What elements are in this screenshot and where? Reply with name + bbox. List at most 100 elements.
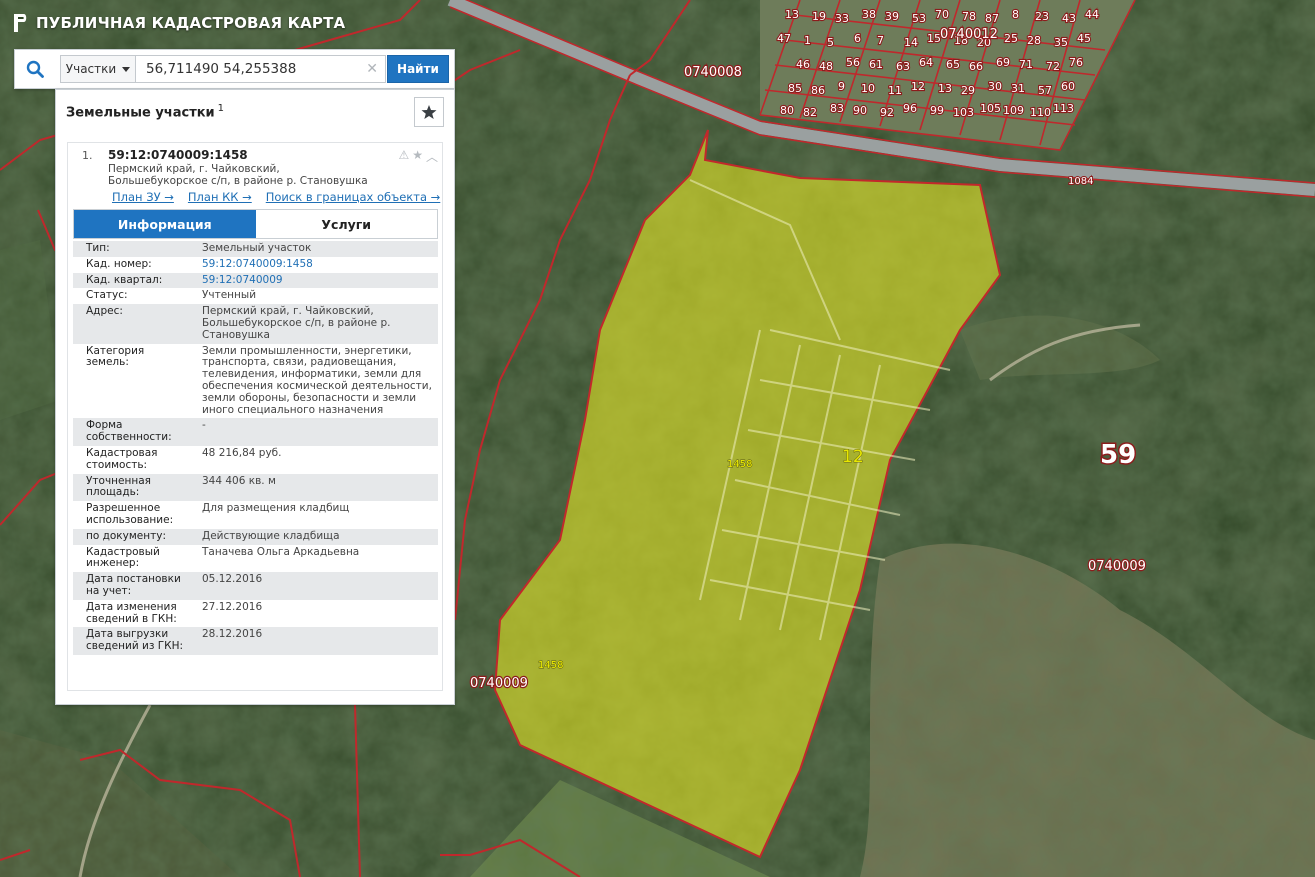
tab-info[interactable]: Информация <box>74 210 256 238</box>
search-in-bounds-link[interactable]: Поиск в границах объекта → <box>266 190 441 204</box>
result-header: 1. 59:12:0740009:1458 Пермский край, г. … <box>68 143 442 207</box>
house-number-label: 57 <box>1038 84 1052 97</box>
house-number-label: 69 <box>996 56 1010 69</box>
table-row: Дата постановки на учет: 05.12.2016 <box>73 572 438 600</box>
table-row: Категория земель: Земли промышленности, э… <box>73 343 438 419</box>
panel-title: Земельные участки 1 <box>66 103 224 120</box>
house-number-label: 25 <box>1004 32 1018 45</box>
house-number-label: 71 <box>1019 58 1033 71</box>
house-number-label: 96 <box>903 102 917 115</box>
search-input[interactable] <box>136 56 385 82</box>
plan-zu-link[interactable]: План ЗУ → <box>112 190 174 204</box>
house-number-label: 8 <box>1012 8 1019 21</box>
house-number-label: 38 <box>862 8 876 21</box>
house-number-label: 10 <box>861 82 875 95</box>
detail-key: Категория земель: <box>73 343 192 419</box>
detail-key: Дата выгрузки сведений из ГКН: <box>73 627 192 655</box>
house-number-label: 90 <box>853 104 867 117</box>
house-number-label: 99 <box>930 104 944 117</box>
panel-header: Земельные участки 1 <box>56 90 454 133</box>
table-row: Кад. квартал: 59:12:0740009 <box>73 272 438 289</box>
detail-key: Адрес: <box>73 304 192 344</box>
house-number-label: 28 <box>1027 34 1041 47</box>
detail-key: Кад. квартал: <box>73 272 192 289</box>
logo-icon <box>14 14 27 32</box>
house-number-label: 92 <box>880 106 894 119</box>
detail-value: Земельный участок <box>192 241 438 257</box>
house-number-label: 80 <box>780 104 794 117</box>
warning-icon[interactable]: ⚠ <box>398 148 409 165</box>
house-number-label: 31 <box>1011 82 1025 95</box>
app-header: ПУБЛИЧНАЯ КАДАСТРОВАЯ КАРТА <box>12 12 345 34</box>
table-row: Кадастровый инженер: Таначева Ольга Аркад… <box>73 544 438 573</box>
chevron-up-icon[interactable]: ︿ <box>426 148 438 165</box>
district-label: 59 <box>1100 440 1136 470</box>
house-number-label: 46 <box>796 58 810 71</box>
app-title: ПУБЛИЧНАЯ КАДАСТРОВАЯ КАРТА <box>36 14 346 32</box>
plan-kk-link[interactable]: План КК → <box>188 190 252 204</box>
house-number-label: 78 <box>962 10 976 23</box>
detail-key: Дата постановки на учет: <box>73 572 192 600</box>
house-number-label: 11 <box>888 84 902 97</box>
parcel-block-label: 12 <box>842 447 864 467</box>
house-number-label: 13 <box>938 82 952 95</box>
house-number-label: 19 <box>812 10 826 23</box>
detail-key: Кадастровый инженер: <box>73 544 192 573</box>
detail-value: Земли промышленности, энергетики, трансп… <box>192 343 438 419</box>
detail-value: Для размещения кладбищ <box>192 501 438 529</box>
search-button[interactable]: Найти <box>387 55 449 83</box>
house-number-label: 35 <box>1054 36 1068 49</box>
road-parcel-label: 1084 <box>1068 176 1093 187</box>
table-row: Статус: Учтенный <box>73 288 438 305</box>
favorites-button[interactable] <box>414 96 444 127</box>
result-links: План ЗУ → План КК → Поиск в границах объ… <box>112 190 440 204</box>
house-number-label: 85 <box>788 82 802 95</box>
detail-value: 05.12.2016 <box>192 572 438 600</box>
house-number-label: 53 <box>912 12 926 25</box>
house-number-label: 70 <box>935 8 949 21</box>
star-outline-icon[interactable]: ★ <box>412 148 423 165</box>
house-number-label: 76 <box>1069 56 1083 69</box>
house-number-label: 15 <box>927 32 941 45</box>
detail-value: Таначева Ольга Аркадьевна <box>192 544 438 573</box>
tab-services[interactable]: Услуги <box>255 210 437 238</box>
search-icon[interactable] <box>15 50 55 88</box>
chevron-down-icon <box>122 66 131 72</box>
detail-key: Статус: <box>73 288 192 305</box>
parcel-number-label-a: 1458 <box>727 459 752 470</box>
detail-value[interactable]: 59:12:0740009 <box>192 272 438 289</box>
detail-key: Разрешенное использование: <box>73 501 192 529</box>
result-count: 1 <box>217 102 225 114</box>
detail-value: Учтенный <box>192 288 438 305</box>
house-number-label: 12 <box>911 80 925 93</box>
table-row: Тип: Земельный участок <box>73 241 438 257</box>
house-number-label: 61 <box>869 58 883 71</box>
house-number-label: 29 <box>961 84 975 97</box>
clear-icon[interactable]: ✕ <box>366 61 378 77</box>
detail-key: Уточненная площадь: <box>73 473 192 502</box>
result-card: 1. 59:12:0740009:1458 Пермский край, г. … <box>67 142 443 691</box>
detail-value: Пермский край, г. Чайковский, Большебуко… <box>192 304 438 344</box>
detail-value: - <box>192 418 438 446</box>
quarter-label-0740008: 0740008 <box>684 65 742 80</box>
panel-title-text: Земельные участки <box>66 105 215 121</box>
results-panel: Земельные участки 1 1. 59:12:0740009:1458… <box>55 89 455 705</box>
detail-key: Тип: <box>73 241 192 257</box>
search-input-wrapper: ✕ <box>136 55 386 83</box>
house-number-label: 47 <box>777 32 791 45</box>
house-number-label: 1 <box>804 34 811 47</box>
house-number-label: 43 <box>1062 12 1076 25</box>
house-number-label: 6 <box>854 32 861 45</box>
detail-key: Кадастровая стоимость: <box>73 445 192 474</box>
result-cadastral-number: 59:12:0740009:1458 <box>108 148 248 162</box>
house-number-label: 113 <box>1053 102 1074 115</box>
house-number-label: 9 <box>838 80 845 93</box>
house-number-label: 83 <box>830 102 844 115</box>
search-bar: Участки ✕ Найти <box>14 49 455 89</box>
detail-value[interactable]: 59:12:0740009:1458 <box>192 256 438 273</box>
house-number-label: 109 <box>1003 104 1024 117</box>
result-actions: ⚠ ★ ︿ <box>398 148 438 165</box>
search-type-dropdown[interactable]: Участки <box>60 55 136 83</box>
detail-key: Кад. номер: <box>73 256 192 273</box>
house-number-label: 7 <box>877 34 884 47</box>
